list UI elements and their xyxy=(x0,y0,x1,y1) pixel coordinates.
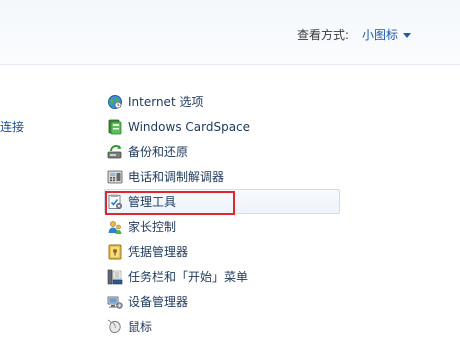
control-panel-window: 查看方式: 小图标 连接 Internet 选项 Windows CardSpa… xyxy=(0,0,460,338)
view-mode-dropdown[interactable]: 小图标 xyxy=(362,26,412,43)
item-label: 任务栏和「开始」菜单 xyxy=(128,270,249,284)
item-admin-tools[interactable]: 管理工具 xyxy=(104,189,340,214)
internet-options-icon xyxy=(107,94,123,110)
item-parental-controls[interactable]: 家长控制 xyxy=(105,214,341,239)
parental-controls-icon xyxy=(107,219,123,235)
item-label: Internet 选项 xyxy=(128,95,204,109)
item-label: 备份和还原 xyxy=(128,145,189,159)
taskbar-start-menu-icon xyxy=(107,269,123,285)
control-panel-items-list: Internet 选项 Windows CardSpace 备份和还原 电话和调… xyxy=(104,89,341,338)
credential-manager-icon xyxy=(107,244,123,260)
item-label: 设备管理器 xyxy=(128,295,189,309)
view-mode-value: 小图标 xyxy=(362,28,399,42)
item-taskbar-start-menu[interactable]: 任务栏和「开始」菜单 xyxy=(105,264,341,289)
item-label: 电话和调制解调器 xyxy=(128,170,225,184)
item-label: 管理工具 xyxy=(128,195,177,209)
item-device-manager[interactable]: 设备管理器 xyxy=(105,289,341,314)
mouse-icon xyxy=(107,319,123,335)
device-manager-icon xyxy=(107,294,123,310)
item-internet-options[interactable]: Internet 选项 xyxy=(105,89,341,114)
item-label: 鼠标 xyxy=(128,320,153,334)
item-label: Windows CardSpace xyxy=(128,119,251,134)
item-phone-modem[interactable]: 电话和调制解调器 xyxy=(105,164,341,189)
left-column-item-partial[interactable]: 连接 xyxy=(0,118,24,135)
item-windows-cardspace[interactable]: Windows CardSpace xyxy=(105,114,341,139)
control-panel-header: 查看方式: 小图标 xyxy=(0,0,460,65)
item-label: 凭据管理器 xyxy=(128,245,189,259)
admin-tools-icon xyxy=(107,194,123,210)
item-backup-restore[interactable]: 备份和还原 xyxy=(105,139,341,164)
cardspace-icon xyxy=(107,119,123,135)
view-by-label: 查看方式: xyxy=(297,28,350,42)
item-credential-manager[interactable]: 凭据管理器 xyxy=(105,239,341,264)
phone-modem-icon xyxy=(107,169,123,185)
chevron-down-icon xyxy=(403,32,412,38)
item-mouse[interactable]: 鼠标 xyxy=(105,314,341,338)
item-label: 家长控制 xyxy=(128,220,177,234)
backup-restore-icon xyxy=(107,144,123,160)
